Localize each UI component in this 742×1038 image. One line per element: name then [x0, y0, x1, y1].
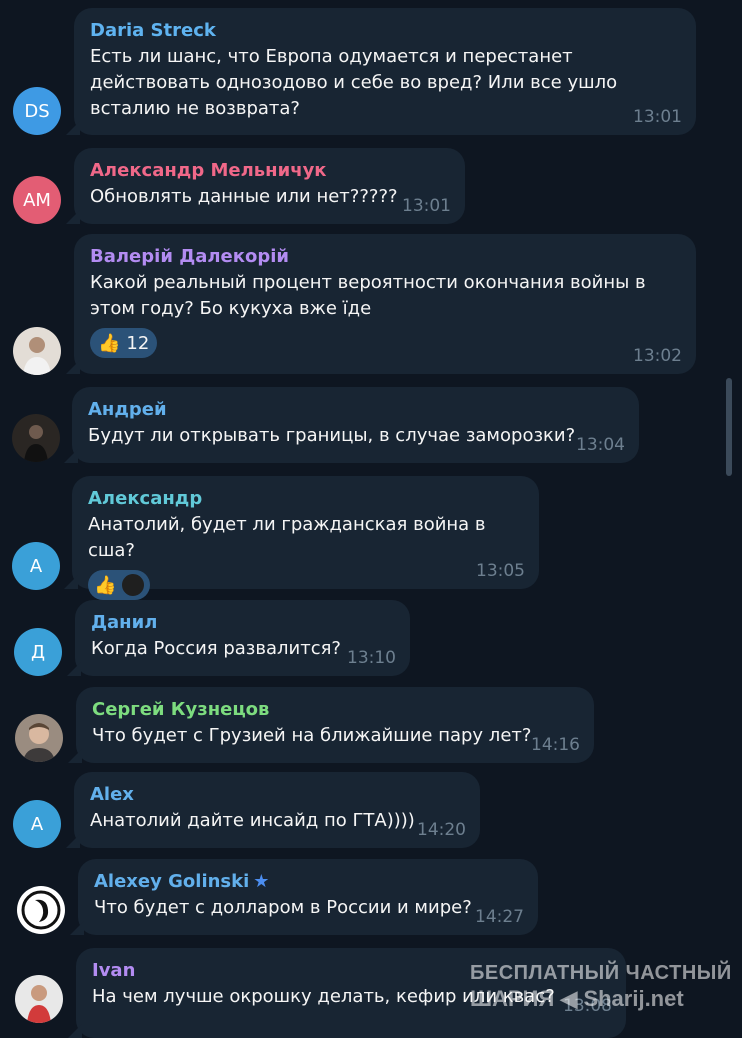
sender-name[interactable]: Alex — [90, 782, 464, 808]
avatar[interactable]: А — [12, 542, 60, 590]
message-text: Будут ли открывать границы, в случае зам… — [88, 425, 576, 446]
message-time: 14:27 — [475, 907, 524, 927]
avatar[interactable] — [17, 886, 65, 934]
reaction-thumbs-up[interactable]: 👍 — [88, 570, 151, 600]
reactor-avatar — [120, 572, 147, 598]
avatar[interactable]: А — [13, 800, 61, 848]
avatar[interactable] — [15, 975, 63, 1023]
sender-name[interactable]: Данил — [91, 610, 394, 636]
message-bubble[interactable]: Александр Анатолий, будет ли гражданская… — [72, 476, 539, 600]
scrollbar-thumb[interactable] — [726, 378, 732, 476]
message-text: Обновлять данные или нет????? — [90, 186, 398, 207]
message-time: 13:02 — [633, 346, 682, 366]
thumbs-up-icon: 👍 — [98, 332, 121, 354]
avatar[interactable] — [13, 327, 61, 375]
sender-name[interactable]: Валерій Далекорій — [90, 244, 680, 270]
message-bubble[interactable]: Александр Мельничук Обновлять данные или… — [74, 148, 465, 224]
message-time: 13:01 — [633, 107, 682, 127]
sender-name[interactable]: Daria Streck — [90, 18, 680, 44]
avatar[interactable] — [15, 714, 63, 762]
message-bubble[interactable]: Daria Streck Есть ли шанс, что Европа од… — [74, 8, 696, 135]
person-photo-icon — [12, 414, 60, 462]
message-time: 13:04 — [576, 435, 625, 455]
message-bubble[interactable]: Alexey Golinski ★ Что будет с долларом в … — [78, 859, 538, 935]
message-text: Есть ли шанс, что Европа одумается и пер… — [90, 46, 618, 119]
message-time: 13:10 — [347, 648, 396, 668]
profile-logo-icon — [17, 886, 65, 934]
reaction-thumbs-up[interactable]: 👍 12 — [90, 328, 158, 358]
message-time: 13:01 — [402, 196, 451, 216]
thumbs-up-icon: 👍 — [94, 574, 117, 596]
sender-name[interactable]: Андрей — [88, 397, 623, 423]
person-photo-icon — [15, 975, 63, 1023]
message-bubble[interactable]: Сергей Кузнецов Что будет с Грузией на б… — [76, 687, 594, 763]
watermark: БЕСПЛАТНЫЙ ЧАСТНЫЙ ШАРИЯ ◀ Sharij.net — [470, 960, 740, 1012]
avatar[interactable] — [12, 414, 60, 462]
reactions: 👍 — [88, 570, 523, 600]
message-time: 13:05 — [476, 561, 525, 581]
person-photo-icon — [13, 327, 61, 375]
avatar[interactable]: АМ — [13, 176, 61, 224]
sender-name[interactable]: Александр — [88, 486, 523, 512]
message-text: Что будет с долларом в России и мире? — [94, 897, 472, 918]
message-time: 14:20 — [417, 820, 466, 840]
watermark-line2: ШАРИЯ ◀ Sharij.net — [470, 986, 684, 1011]
star-icon: ★ — [253, 871, 270, 892]
message-bubble[interactable]: Валерій Далекорій Какой реальный процент… — [74, 234, 696, 374]
message-text: Что будет с Грузией на ближайшие пару ле… — [92, 725, 532, 746]
message-text: Какой реальный процент вероятности оконч… — [90, 272, 646, 319]
reaction-count: 12 — [126, 332, 150, 354]
message-time: 14:16 — [531, 735, 580, 755]
message-bubble[interactable]: Данил Когда Россия развалится? 13:10 — [75, 600, 410, 676]
person-photo-icon — [15, 714, 63, 762]
message-text: Анатолий дайте инсайд по ГТА)))) — [90, 810, 415, 831]
watermark-line1: БЕСПЛАТНЫЙ ЧАСТНЫЙ — [470, 962, 732, 984]
sender-name[interactable]: Александр Мельничук — [90, 158, 449, 184]
avatar[interactable]: DS — [13, 87, 61, 135]
message-bubble[interactable]: Андрей Будут ли открывать границы, в слу… — [72, 387, 639, 463]
sender-name[interactable]: Сергей Кузнецов — [92, 697, 578, 723]
avatar[interactable]: Д — [14, 628, 62, 676]
sender-name[interactable]: Alexey Golinski ★ — [94, 869, 522, 895]
reactions: 👍 12 — [90, 328, 680, 358]
message-bubble[interactable]: Alex Анатолий дайте инсайд по ГТА)))) 14… — [74, 772, 480, 848]
message-text: Анатолий, будет ли гражданская война в с… — [88, 514, 486, 561]
